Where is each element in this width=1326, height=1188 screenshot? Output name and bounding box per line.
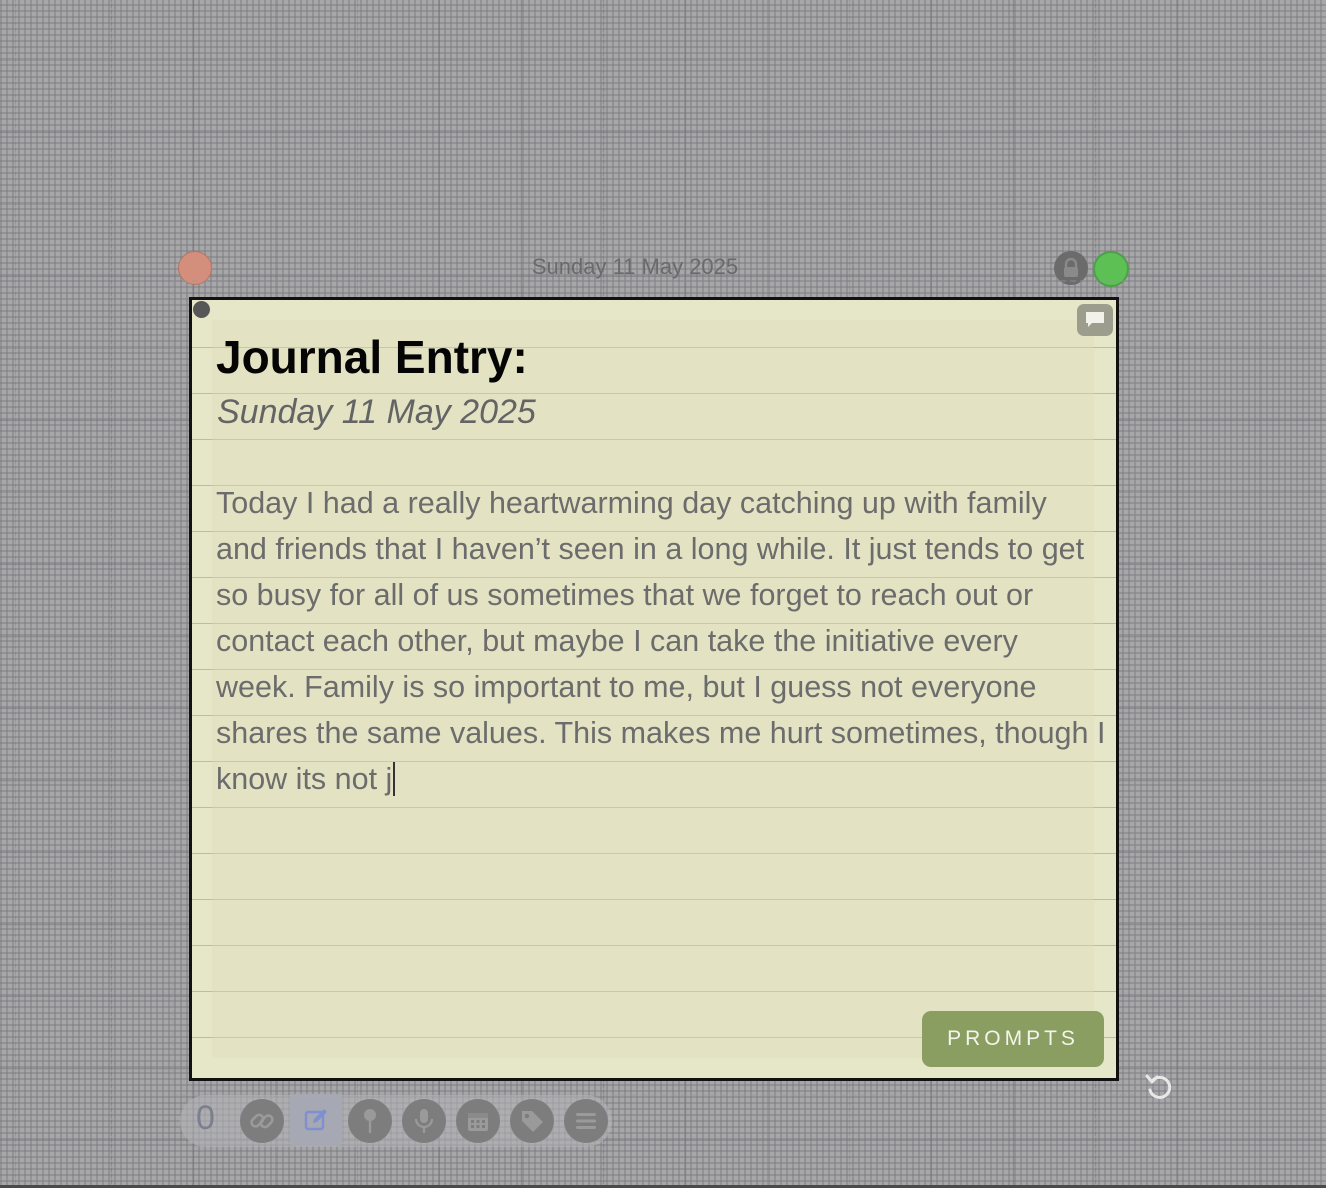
menu-button[interactable] [564,1099,608,1143]
journal-note[interactable]: Journal Entry: Sunday 11 May 2025 Today … [189,297,1119,1081]
attachment-count: 0 [196,1099,215,1137]
journal-title: Journal Entry: [216,331,528,383]
comment-icon [1086,312,1104,327]
comment-button[interactable] [1077,304,1113,336]
prompts-button[interactable]: PROMPTS [922,1011,1104,1067]
microphone-icon [414,1109,434,1133]
menu-icon [576,1113,596,1129]
edit-icon [304,1109,327,1131]
pin-button[interactable] [348,1099,392,1143]
microphone-button[interactable] [402,1099,446,1143]
close-note-button[interactable] [178,251,212,285]
status-green-button[interactable] [1093,251,1129,287]
link-icon [250,1113,274,1129]
pin-icon [364,1109,376,1133]
lock-icon [1064,258,1078,277]
edit-button[interactable] [290,1094,342,1146]
lock-button[interactable] [1054,251,1088,285]
tag-icon [522,1111,543,1132]
text-caret [393,762,396,796]
undo-icon [1145,1074,1172,1099]
journal-body-editor[interactable]: Today I had a really heartwarming day ca… [216,480,1106,802]
link-button[interactable] [240,1099,284,1143]
undo-button[interactable] [1142,1070,1176,1104]
resize-handle[interactable] [193,301,210,318]
journal-date: Sunday 11 May 2025 [217,393,536,431]
calendar-icon [468,1113,488,1131]
tag-button[interactable] [510,1099,554,1143]
calendar-button[interactable] [456,1099,500,1143]
journal-body-text: Today I had a really heartwarming day ca… [216,486,1106,796]
